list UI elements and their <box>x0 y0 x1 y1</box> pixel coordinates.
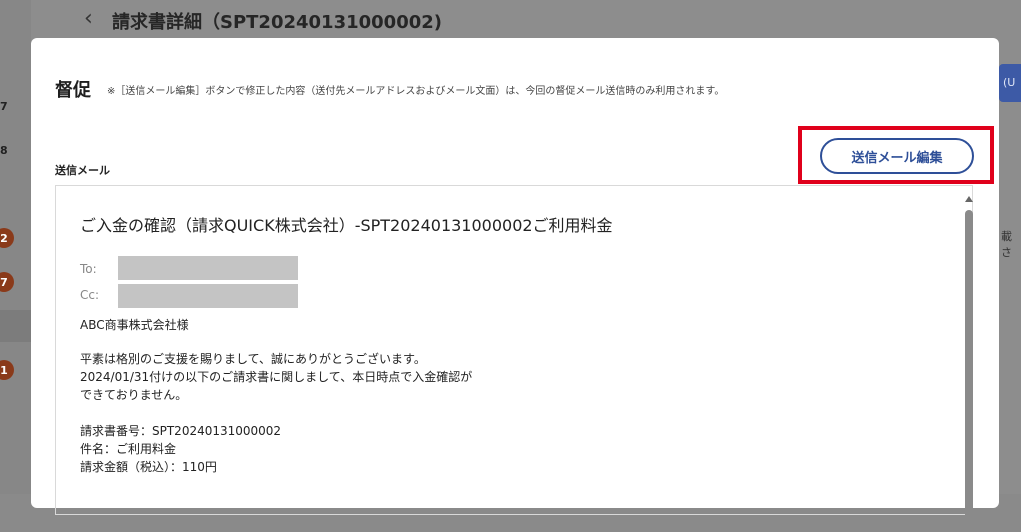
mail-subject: ご入金の確認（請求QUICK株式会社）-SPT20240131000002ご利用… <box>80 216 613 235</box>
mail-recipient: ABC商事株式会社様 <box>80 318 189 332</box>
back-chevron-icon[interactable]: ‹ <box>84 6 93 31</box>
background-action-button: (U <box>999 64 1021 102</box>
mail-amount: 請求金額（税込）：110円 <box>80 460 217 474</box>
mail-preview: ご入金の確認（請求QUICK株式会社）-SPT20240131000002ご利用… <box>55 185 973 515</box>
background-text: 載さ <box>1001 230 1012 259</box>
sidebar-selected-item <box>0 310 31 342</box>
scroll-up-arrow-icon[interactable] <box>965 196 973 202</box>
mail-scrollbar[interactable] <box>963 190 975 532</box>
cc-address-redacted <box>118 284 298 308</box>
to-label: To: <box>80 262 97 276</box>
dunning-modal: 督促 ※［送信メール編集］ボタンで修正した内容（送付先メールアドレスおよびメール… <box>31 38 999 532</box>
send-mail-label: 送信メール <box>55 164 110 177</box>
sidebar-count: 8 <box>0 144 8 157</box>
mail-body-line: できておりません。 <box>80 388 188 402</box>
mail-body-line: 2024/01/31付けの以下のご請求書に関しまして、本日時点で入金確認が <box>80 370 473 384</box>
mail-subject-line: 件名：ご利用料金 <box>80 442 177 456</box>
modal-title: 督促 <box>55 80 91 101</box>
mail-body-line: 平素は格別のご支援を賜りまして、誠にありがとうございます。 <box>80 352 426 366</box>
mail-invoice-number: 請求書番号：SPT20240131000002 <box>80 424 282 438</box>
scroll-thumb[interactable] <box>965 210 973 532</box>
page-title: 請求書詳細（SPT20240131000002) <box>112 12 443 33</box>
modal-note: ※［送信メール編集］ボタンで修正した内容（送付先メールアドレスおよびメール文面）… <box>107 86 725 97</box>
edit-mail-button[interactable]: 送信メール編集 <box>820 138 974 174</box>
to-address-redacted <box>118 256 298 280</box>
cc-label: Cc: <box>80 288 100 302</box>
sidebar-count: 7 <box>0 100 8 113</box>
